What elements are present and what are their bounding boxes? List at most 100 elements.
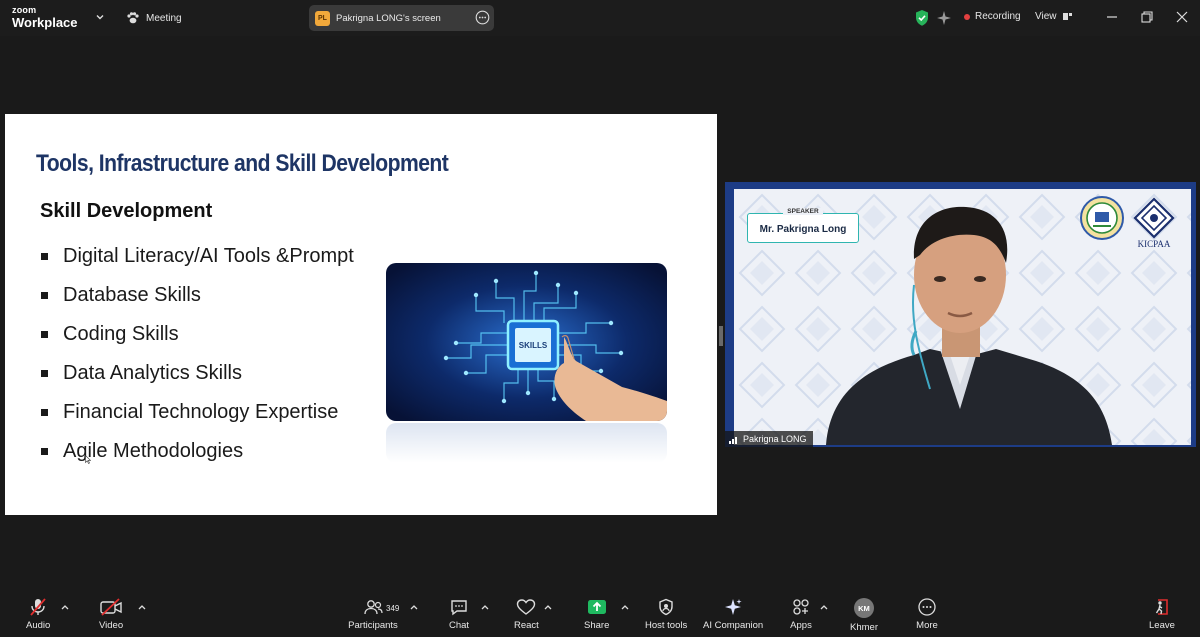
screen-share-pill[interactable]: PL Pakrigna LONG's screen [309,5,494,31]
host-tools-label: Host tools [645,620,688,631]
list-item: Agile Methodologies [41,432,354,471]
participants-label: Participants [348,620,398,631]
image-reflection [386,423,667,463]
share-screen-icon [587,600,606,614]
apps-label: Apps [790,620,812,631]
chevron-up-icon[interactable] [410,604,418,610]
heart-icon [517,599,536,615]
list-item-text: Digital Literacy/AI Tools &Prompt [63,245,354,267]
mouse-cursor-icon [85,455,91,464]
react-label: React [514,620,539,631]
leave-door-icon [1155,599,1168,615]
recording-label: Recording [975,11,1021,22]
view-layout-icon [1062,13,1072,20]
skills-chip-image: SKILLS [386,263,667,421]
audio-button[interactable]: Audio [26,598,50,631]
list-item: Digital Literacy/AI Tools &Prompt [41,237,354,276]
apps-icon [793,599,809,615]
list-item-text: Database Skills [63,284,201,306]
camera-off-icon [100,598,122,616]
participant-name: Pakrigna LONG [743,434,807,444]
language-avatar: KM [853,598,874,618]
leave-label: Leave [1149,620,1175,631]
language-interpretation-button[interactable]: KM Khmer [850,598,878,633]
bullet-icon [41,253,48,260]
react-button[interactable]: React [514,598,539,631]
slide-title: Tools, Infrastructure and Skill Developm… [36,150,449,177]
chevron-down-icon[interactable] [94,11,106,23]
bullet-icon [41,370,48,377]
list-item: Data Analytics Skills [41,354,354,393]
signal-strength-icon [729,436,737,444]
chevron-up-icon[interactable] [621,604,629,610]
title-bar: zoom Workplace Meeting PL Pakrigna LONG'… [0,0,1200,36]
meeting-menu[interactable]: Meeting [126,10,182,26]
paw-icon [127,12,139,24]
list-item: Financial Technology Expertise [41,393,354,432]
video-frame: SPEAKER Mr. Pakrigna Long KICPAA [734,189,1191,445]
leave-button[interactable]: Leave [1149,598,1175,631]
bullet-icon [41,448,48,455]
list-item-text: Coding Skills [63,323,179,345]
share-button[interactable]: Share [584,598,609,631]
close-icon[interactable] [1175,10,1189,24]
speaker-video-tile[interactable]: SPEAKER Mr. Pakrigna Long KICPAA Pakrign… [725,182,1196,447]
list-item: Database Skills [41,276,354,315]
more-label: More [916,620,938,631]
list-item-text: Financial Technology Expertise [63,401,339,423]
video-button[interactable]: Video [99,598,123,631]
chevron-up-icon[interactable] [138,604,146,610]
microphone-muted-icon [30,598,46,616]
chat-bubble-icon [451,600,467,616]
shared-screen-slide[interactable]: Tools, Infrastructure and Skill Developm… [5,114,717,515]
more-button[interactable]: More [916,598,938,631]
chevron-up-icon[interactable] [544,604,552,610]
apps-button[interactable]: Apps [790,598,812,631]
more-options-icon [918,598,936,616]
speaker-name-card: SPEAKER Mr. Pakrigna Long [747,208,859,243]
participants-button[interactable]: Participants [347,598,399,631]
kicpaa-logo: KICPAA [1133,197,1175,249]
recording-indicator[interactable]: Recording [964,11,1021,22]
restore-icon[interactable] [1140,10,1154,24]
audio-label: Audio [26,620,51,631]
speaker-label: SPEAKER [783,208,823,215]
ai-sparkle-icon [725,599,742,615]
brand-workplace-text: Workplace [12,15,78,30]
kicpaa-logo-text: KICPAA [1138,239,1171,249]
skills-chip-text: SKILLS [519,341,548,350]
encryption-shield-icon[interactable] [914,9,930,27]
chevron-up-icon[interactable] [61,604,69,610]
chevron-up-icon[interactable] [820,604,828,610]
ai-companion-button[interactable]: AI Companion [703,598,763,631]
bullet-icon [41,292,48,299]
bullet-icon [41,409,48,416]
list-item: Coding Skills [41,315,354,354]
bullet-icon [41,331,48,338]
zoom-workplace-logo[interactable]: zoom Workplace [12,5,78,30]
sharer-avatar: PL [315,10,330,26]
minimize-icon[interactable] [1105,10,1119,24]
chat-button[interactable]: Chat [449,598,469,631]
view-label: View [1035,11,1057,22]
speaker-name: Mr. Pakrigna Long [759,224,847,235]
shield-icon [659,598,673,616]
recording-dot-icon [964,13,970,20]
participant-name-bar: Pakrigna LONG [725,431,813,447]
more-options-icon[interactable] [475,10,490,25]
language-label: Khmer [850,622,878,633]
participants-count: 349 [386,604,400,613]
video-label: Video [99,620,124,631]
institution-seal-logo [1080,196,1124,240]
view-menu[interactable]: View [1035,11,1073,22]
host-tools-button[interactable]: Host tools [645,598,687,631]
panel-resize-handle[interactable] [719,326,723,346]
chevron-up-icon[interactable] [481,604,489,610]
brand-zoom-text: zoom [12,5,37,15]
share-label: Pakrigna LONG's screen [336,12,441,24]
skill-list: Digital Literacy/AI Tools &Prompt Databa… [41,237,354,471]
chat-label: Chat [449,620,470,631]
meeting-toolbar: Audio Video Participants 349 Chat React … [0,592,1200,637]
ai-sparkle-icon[interactable] [936,9,952,27]
meeting-label: Meeting [146,12,182,24]
